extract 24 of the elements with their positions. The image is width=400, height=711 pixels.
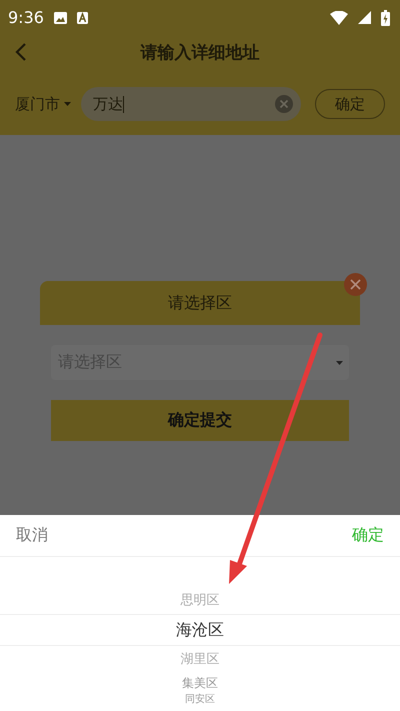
city-selector[interactable]: 厦门市 [15,94,71,114]
picker-option[interactable]: 集美区 [0,673,400,693]
signal-icon [358,11,371,24]
caret-icon [336,360,343,364]
confirm-button[interactable]: 确定 [352,525,384,546]
picker-option[interactable]: 同安区 [0,693,400,707]
back-icon[interactable] [14,42,28,62]
image-icon [54,12,67,24]
font-icon [76,12,88,24]
confirm-button[interactable]: 确定 [315,89,385,119]
status-time: 9:36 [8,8,44,27]
search-field[interactable]: 万达 [81,87,301,121]
wifi-icon [330,10,348,24]
picker-option[interactable]: 海沧区 [0,614,400,646]
battery-icon [381,10,390,26]
caret-icon [64,102,71,106]
cancel-button[interactable]: 取消 [16,525,48,546]
picker-option[interactable]: 思明区 [0,587,400,614]
page-title: 请输入详细地址 [140,42,260,64]
clear-icon[interactable] [275,95,293,113]
picker-option[interactable]: 湖里区 [0,646,400,673]
dialog-title: 请选择区 [40,281,360,325]
submit-button[interactable]: 确定提交 [51,400,349,441]
close-icon[interactable] [344,273,367,296]
